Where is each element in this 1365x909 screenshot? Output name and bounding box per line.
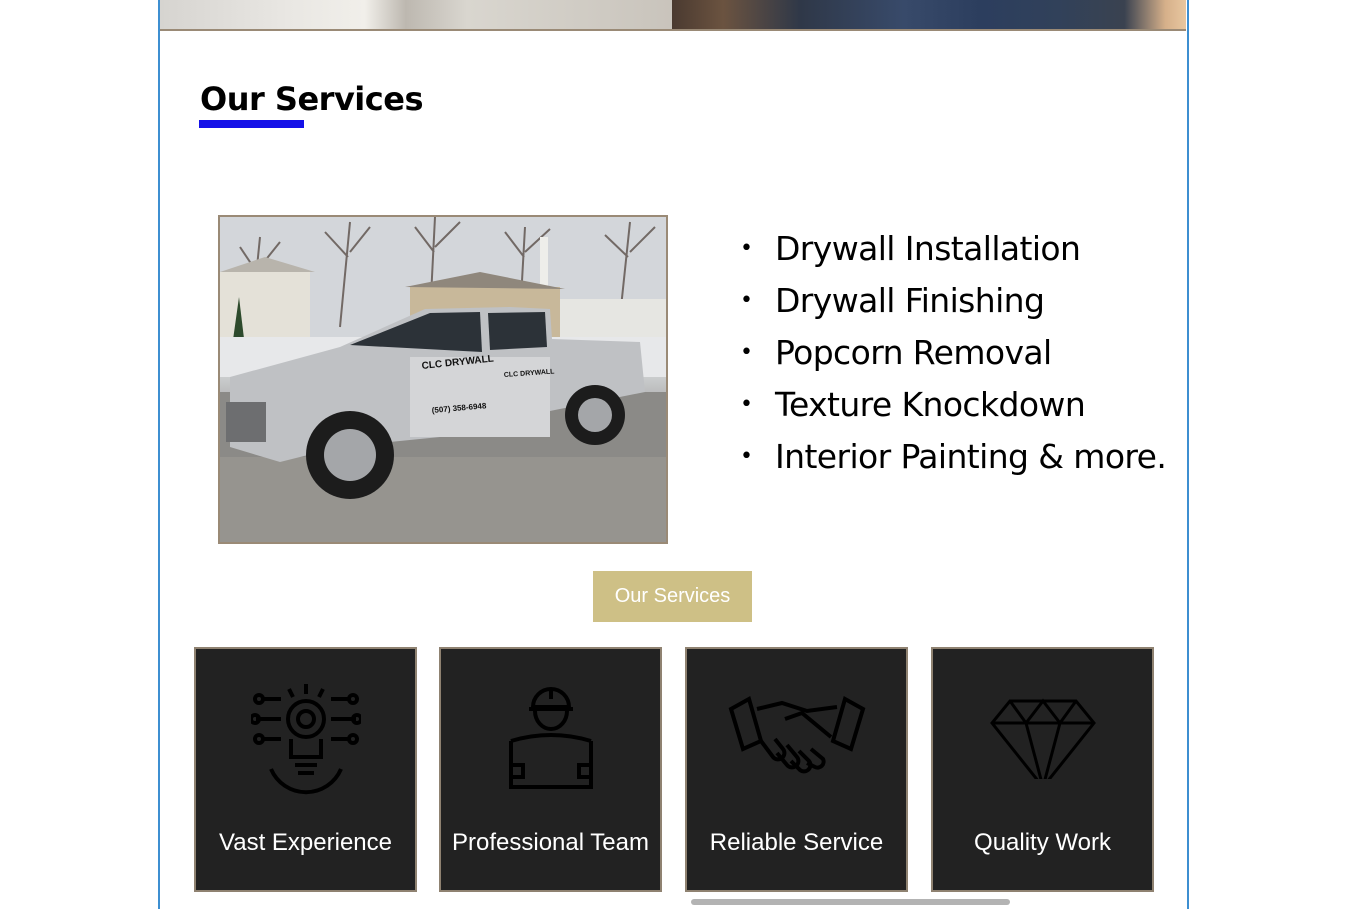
card-label: Reliable Service xyxy=(709,829,884,856)
service-item-label: Popcorn Removal xyxy=(775,333,1052,372)
feature-card-reliable-service: Reliable Service xyxy=(685,647,908,892)
banner-photo-left xyxy=(160,0,672,29)
card-label: Vast Experience xyxy=(219,829,392,856)
service-item-label: Drywall Finishing xyxy=(775,281,1045,320)
diamond-icon xyxy=(988,679,1098,793)
our-services-button[interactable]: Our Services xyxy=(593,571,752,622)
list-item: • Texture Knockdown xyxy=(740,384,1166,436)
gear-lightbulb-icon xyxy=(248,679,363,803)
bullet-icon: • xyxy=(740,288,753,313)
list-item: • Popcorn Removal xyxy=(740,332,1166,384)
worker-blueprint-icon xyxy=(501,679,601,803)
feature-card-quality-work: Quality Work xyxy=(931,647,1154,892)
horizontal-scrollbar-thumb[interactable] xyxy=(691,899,1010,905)
banner-photo-right xyxy=(672,0,1186,29)
bullet-icon: • xyxy=(740,392,753,417)
feature-card-professional-team: Professional Team xyxy=(439,647,662,892)
services-list: • Drywall Installation • Drywall Finishing… xyxy=(740,228,1167,488)
bullet-icon: • xyxy=(740,444,753,469)
card-label: Quality Work xyxy=(974,829,1111,856)
card-label: Professional Team xyxy=(452,829,649,856)
title-underline xyxy=(199,120,304,128)
top-banner-images xyxy=(160,0,1186,31)
list-item: • Interior Painting & more. xyxy=(740,436,1167,488)
bullet-icon: • xyxy=(740,236,753,261)
service-item-label: Drywall Installation xyxy=(775,229,1081,268)
list-item: • Drywall Finishing xyxy=(740,280,1166,332)
truck-photo: CLC DRYWALL (507) 358-6948 CLC DRYWALL xyxy=(218,215,668,544)
service-item-label: Texture Knockdown xyxy=(775,385,1086,424)
list-item: • Drywall Installation xyxy=(740,228,1166,280)
bullet-icon: • xyxy=(740,340,753,365)
section-title: Our Services xyxy=(200,80,423,118)
feature-card-vast-experience: Vast Experience xyxy=(194,647,417,892)
service-item-label: Interior Painting & more. xyxy=(775,437,1167,476)
handshake-icon xyxy=(727,679,867,783)
